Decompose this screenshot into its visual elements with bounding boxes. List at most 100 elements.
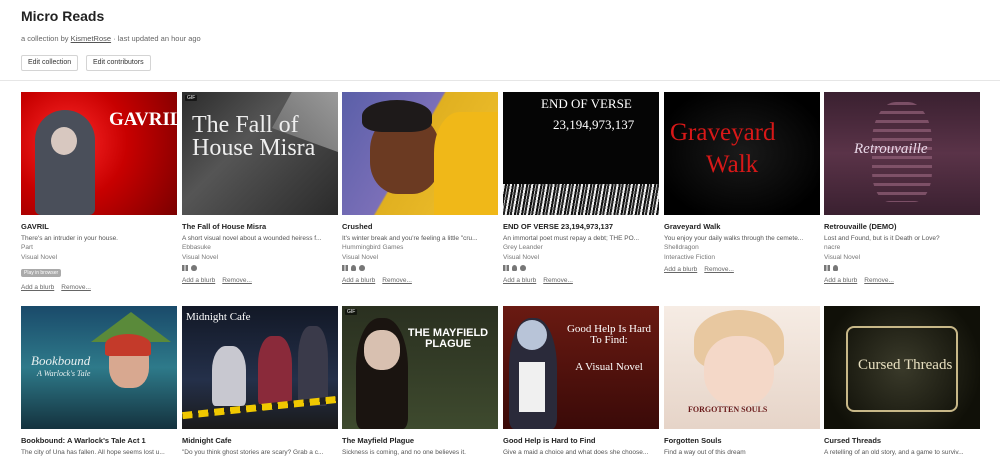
game-genre: Visual Novel <box>503 254 540 261</box>
game-thumbnail[interactable]: GIF THE MAYFIELD PLAGUE <box>342 306 498 429</box>
windows-icon <box>342 265 348 271</box>
game-thumbnail[interactable]: Bookbound A Warlock's Tale <box>21 306 177 429</box>
game-description: Lost and Found, but is it Death or Love? <box>824 235 940 242</box>
game-genre: Visual Novel <box>824 254 861 261</box>
game-thumbnail[interactable]: GIF The Fall of House Misra <box>182 92 338 215</box>
game-author[interactable]: Hummingbird Games <box>342 244 498 251</box>
platform-icons <box>824 264 980 272</box>
game-author[interactable]: Shelldragon <box>664 244 820 251</box>
add-blurb-link[interactable]: Add a blurb <box>21 284 54 291</box>
game-title[interactable]: Good Help is Hard to Find <box>503 436 659 445</box>
game-info: Midnight Cafe "Do you think ghost storie… <box>182 436 338 456</box>
game-title[interactable]: The Mayfield Plague <box>342 436 498 445</box>
play-in-browser-badge: Play in browser <box>21 269 62 277</box>
game-description: It's winter break and you're feeling a l… <box>342 235 478 242</box>
game-thumbnail[interactable]: Good Help Is Hard To Find: A Visual Nove… <box>503 306 659 429</box>
remove-link[interactable]: Remove... <box>61 284 91 291</box>
card-actions: Add a blurb Remove... <box>664 266 820 273</box>
game-description: A retelling of an old story, and a game … <box>824 449 964 456</box>
windows-icon <box>503 265 509 271</box>
game-info: Retrouvaille (DEMO) Lost and Found, but … <box>824 222 980 284</box>
game-title[interactable]: Crushed <box>342 222 498 231</box>
thumbnail-title: Graveyard <box>670 119 776 146</box>
thumbnail-subtitle: A Visual Novel <box>575 361 643 373</box>
game-title[interactable]: Graveyard Walk <box>664 222 820 231</box>
remove-link[interactable]: Remove... <box>382 277 412 284</box>
game-title[interactable]: The Fall of House Misra <box>182 222 338 231</box>
game-title[interactable]: Cursed Threads <box>824 436 980 445</box>
card-actions: Add a blurb Remove... <box>824 277 980 284</box>
add-blurb-link[interactable]: Add a blurb <box>342 277 375 284</box>
game-title[interactable]: Forgotten Souls <box>664 436 820 445</box>
remove-link[interactable]: Remove... <box>222 277 252 284</box>
remove-link[interactable]: Remove... <box>543 277 573 284</box>
game-author[interactable]: nacre <box>824 244 980 251</box>
collection-subtitle: a collection by KismetRose · last update… <box>21 34 201 43</box>
windows-icon <box>182 265 188 271</box>
game-info: Graveyard Walk You enjoy your daily walk… <box>664 222 820 273</box>
game-info: The Mayfield Plague Sickness is coming, … <box>342 436 498 456</box>
gif-badge: GIF <box>345 309 358 315</box>
game-description: An immortal poet must repay a debt; THE … <box>503 235 640 242</box>
game-description: Find a way out of this dream <box>664 449 746 456</box>
game-thumbnail[interactable]: END OF VERSE 23,194,973,137 <box>503 92 659 215</box>
card-actions: Add a blurb Remove... <box>342 277 498 284</box>
game-info: Cursed Threads A retelling of an old sto… <box>824 436 980 456</box>
game-author[interactable]: Part <box>21 244 177 251</box>
game-info: Bookbound: A Warlock's Tale Act 1 The ci… <box>21 436 177 456</box>
linux-icon <box>833 265 838 271</box>
thumbnail-title: The Fall of House Misra <box>192 112 316 161</box>
add-blurb-link[interactable]: Add a blurb <box>824 277 857 284</box>
thumbnail-title: THE MAYFIELD PLAGUE <box>407 327 489 350</box>
edit-contributors-button[interactable]: Edit contributors <box>86 55 151 71</box>
game-description: You enjoy your daily walks through the c… <box>664 235 804 242</box>
game-description: A short visual novel about a wounded hei… <box>182 235 322 242</box>
game-description: Give a maid a choice and what does she c… <box>503 449 649 456</box>
platform-icons <box>503 264 659 272</box>
game-thumbnail[interactable]: Cursed Threads <box>824 306 980 429</box>
thumbnail-title: END OF VERSE <box>541 96 632 111</box>
game-thumbnail[interactable]: Graveyard Walk <box>664 92 820 215</box>
thumbnail-title: Good Help Is Hard To Find: <box>566 323 651 346</box>
thumbnail-title: GAVRIL <box>109 109 177 130</box>
remove-link[interactable]: Remove... <box>704 266 734 273</box>
game-genre: Visual Novel <box>182 254 219 261</box>
game-info: GAVRIL There's an intruder in your house… <box>21 222 177 291</box>
header-divider <box>0 80 1000 81</box>
gif-badge: GIF <box>185 95 198 101</box>
game-description: There's an intruder in your house. <box>21 235 118 242</box>
platform-icons <box>342 264 498 272</box>
remove-link[interactable]: Remove... <box>864 277 894 284</box>
author-link[interactable]: KismetRose <box>71 34 111 43</box>
subtitle-suffix: · last updated an hour ago <box>111 34 201 43</box>
thumbnail-subtitle: A Warlock's Tale <box>37 369 91 378</box>
thumbnail-title: Bookbound <box>31 353 91 368</box>
game-title[interactable]: Midnight Cafe <box>182 436 338 445</box>
game-genre: Interactive Fiction <box>664 254 715 261</box>
game-thumbnail[interactable]: GAVRIL <box>21 92 177 215</box>
add-blurb-link[interactable]: Add a blurb <box>182 277 215 284</box>
thumbnail-title: Midnight Cafe <box>186 311 251 323</box>
game-info: The Fall of House Misra A short visual n… <box>182 222 338 284</box>
game-thumbnail[interactable] <box>342 92 498 215</box>
card-actions: Add a blurb Remove... <box>21 284 177 291</box>
game-description: The city of Una has fallen. All hope see… <box>21 449 165 456</box>
linux-icon <box>351 265 356 271</box>
game-author[interactable]: Grey Leander <box>503 244 659 251</box>
game-title[interactable]: GAVRIL <box>21 222 177 231</box>
game-info: END OF VERSE 23,194,973,137 An immortal … <box>503 222 659 284</box>
edit-collection-button[interactable]: Edit collection <box>21 55 79 71</box>
add-blurb-link[interactable]: Add a blurb <box>503 277 536 284</box>
game-thumbnail[interactable]: Retrouvaille <box>824 92 980 215</box>
game-thumbnail[interactable]: FORGOTTEN SOULS <box>664 306 820 429</box>
game-title[interactable]: END OF VERSE 23,194,973,137 <box>503 222 659 231</box>
add-blurb-link[interactable]: Add a blurb <box>664 266 697 273</box>
game-title[interactable]: Bookbound: A Warlock's Tale Act 1 <box>21 436 177 445</box>
game-thumbnail[interactable]: Midnight Cafe <box>182 306 338 429</box>
subtitle-prefix: a collection by <box>21 34 71 43</box>
game-title[interactable]: Retrouvaille (DEMO) <box>824 222 980 231</box>
game-author[interactable]: Ebbasuke <box>182 244 338 251</box>
page-title: Micro Reads <box>21 8 105 24</box>
game-info: Forgotten Souls Find a way out of this d… <box>664 436 820 456</box>
apple-icon <box>520 265 526 271</box>
